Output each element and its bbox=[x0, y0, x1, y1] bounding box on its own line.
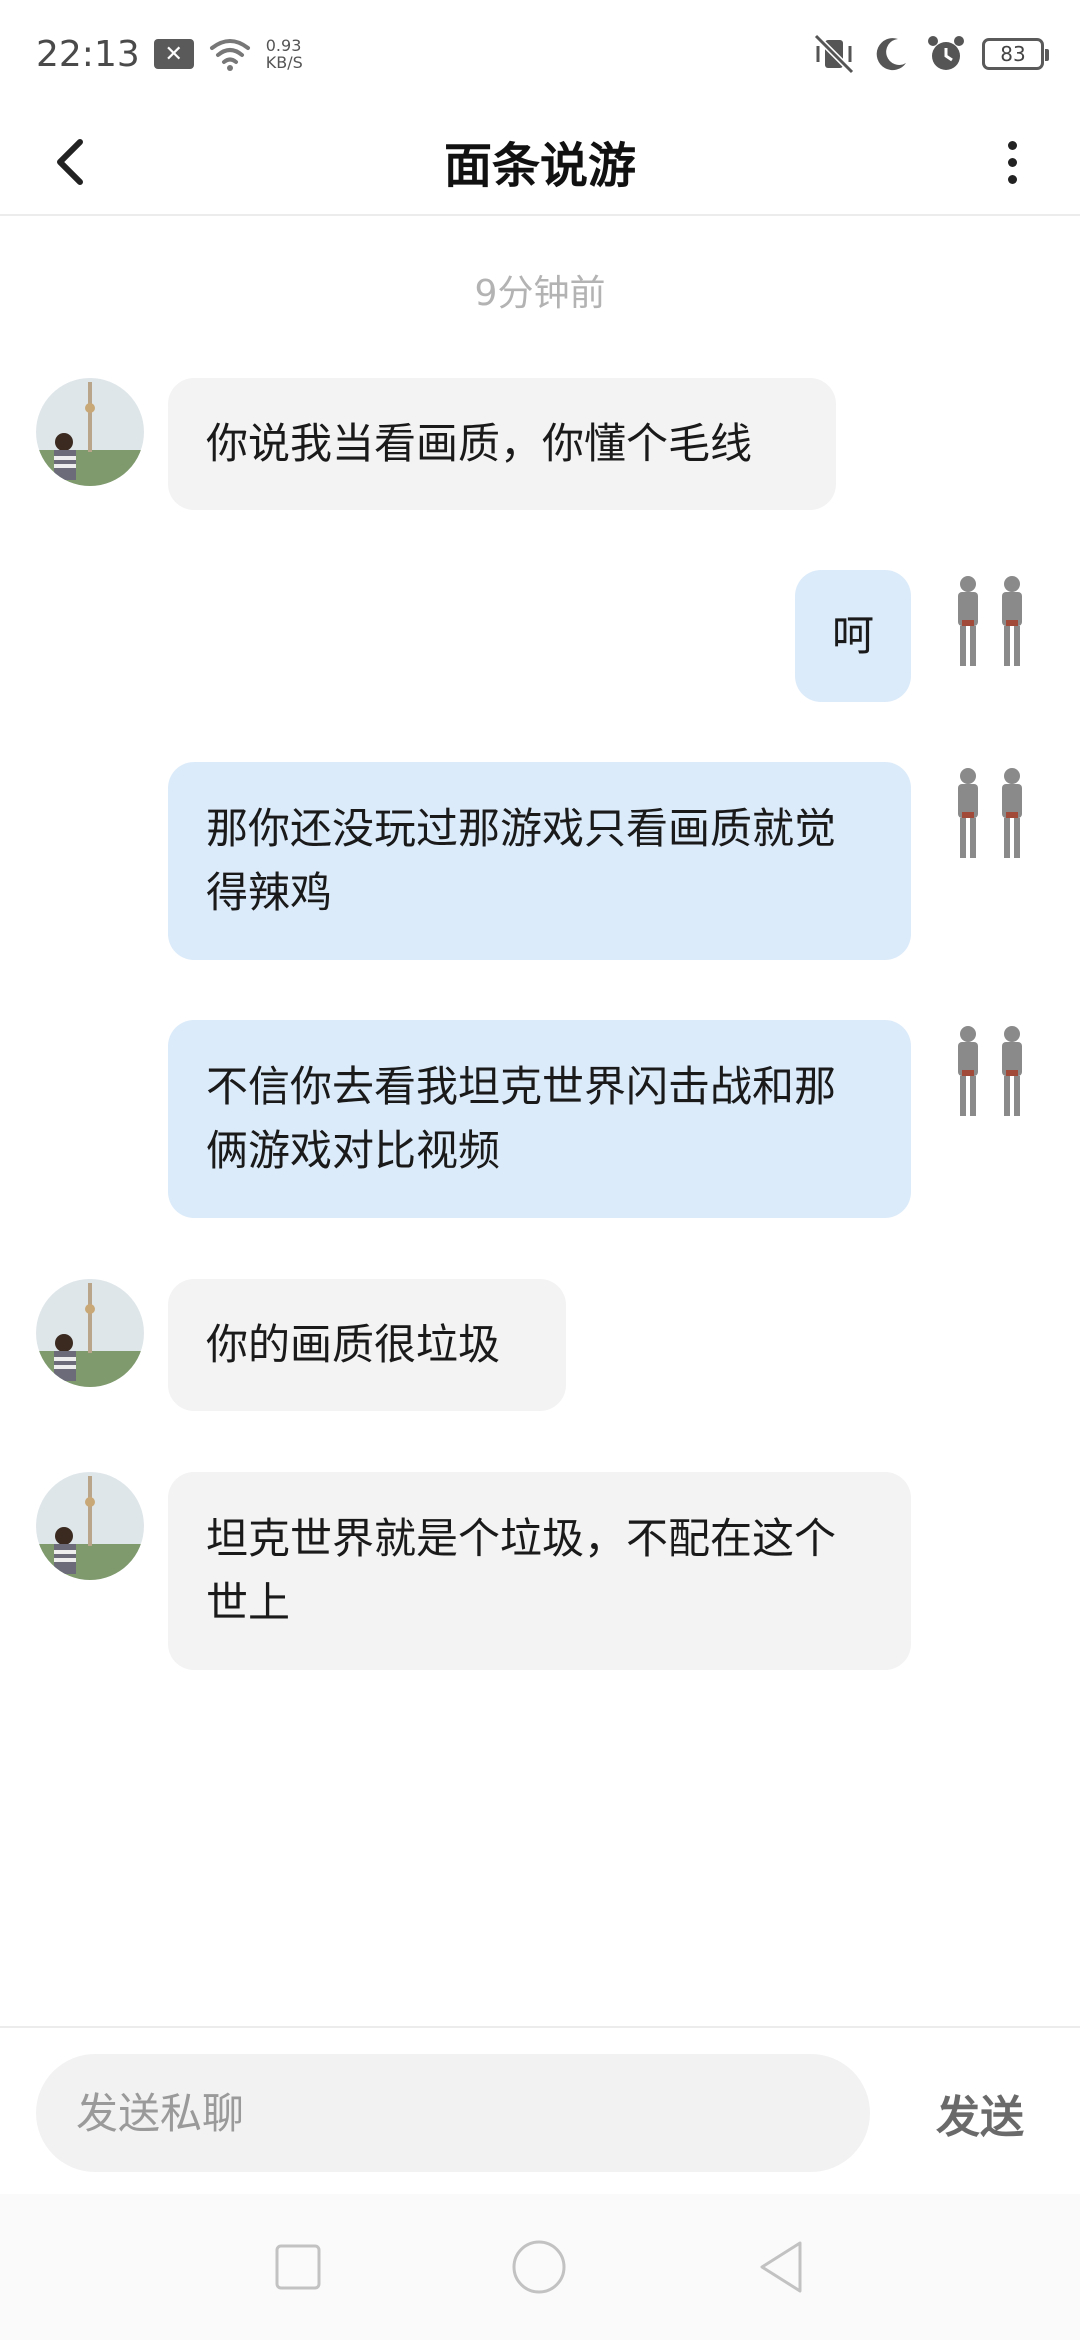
message-text: 不信你去看我坦克世界闪击战和那俩游戏对比视频 bbox=[206, 1062, 837, 1175]
status-left: 22:13 ✕ 0.93 KB/S bbox=[36, 34, 303, 75]
back-nav-icon[interactable] bbox=[756, 2239, 806, 2295]
notification-icon: ✕ bbox=[153, 39, 194, 69]
recent-apps-icon[interactable] bbox=[274, 2243, 322, 2291]
user-avatar[interactable] bbox=[936, 570, 1044, 678]
moon-icon bbox=[876, 38, 906, 71]
contact-avatar[interactable] bbox=[36, 378, 144, 486]
contact-avatar[interactable] bbox=[36, 1279, 144, 1387]
message-bubble-incoming[interactable]: 你说我当看画质，你懂个毛线 bbox=[168, 378, 836, 510]
message-composer: 发送 bbox=[0, 2026, 1080, 2194]
message-text: 你的画质很垃圾 bbox=[206, 1320, 501, 1369]
net-speed: 0.93 KB/S bbox=[266, 37, 303, 71]
message-bubble-incoming[interactable]: 你的画质很垃圾 bbox=[168, 1279, 566, 1411]
user-avatar[interactable] bbox=[936, 1020, 1044, 1128]
wifi-icon bbox=[209, 39, 250, 71]
status-time: 22:13 bbox=[36, 33, 140, 75]
home-icon[interactable] bbox=[511, 2239, 567, 2295]
battery-indicator: 83 bbox=[982, 38, 1049, 70]
back-icon[interactable] bbox=[40, 130, 104, 194]
system-nav-bar bbox=[0, 2194, 1080, 2340]
page-title: 面条说游 bbox=[443, 138, 636, 194]
message-bubble-outgoing[interactable]: 不信你去看我坦克世界闪击战和那俩游戏对比视频 bbox=[168, 1020, 911, 1218]
contact-avatar[interactable] bbox=[36, 1472, 144, 1580]
chat-screen: 22:13 ✕ 0.93 KB/S 83 面条说游 9分钟前 你说我当看画质，你… bbox=[0, 0, 1080, 2340]
status-bar: 22:13 ✕ 0.93 KB/S 83 bbox=[0, 0, 1080, 108]
message-timestamp: 9分钟前 bbox=[474, 273, 606, 314]
message-input[interactable] bbox=[36, 2054, 870, 2172]
battery-level: 83 bbox=[1000, 42, 1026, 66]
more-options-icon[interactable] bbox=[980, 130, 1044, 194]
message-bubble-incoming[interactable]: 坦克世界就是个垃圾，不配在这个世上 bbox=[168, 1472, 911, 1670]
message-text: 那你还没玩过那游戏只看画质就觉得辣鸡 bbox=[206, 804, 837, 917]
net-speed-unit: KB/S bbox=[265, 53, 303, 72]
message-text: 你说我当看画质，你懂个毛线 bbox=[206, 419, 753, 468]
vibrate-off-icon bbox=[813, 34, 855, 74]
message-text: 呵 bbox=[831, 611, 874, 660]
alarm-icon bbox=[928, 36, 964, 70]
net-speed-value: 0.93 bbox=[265, 36, 302, 55]
send-button[interactable]: 发送 bbox=[936, 2054, 1024, 2172]
user-avatar[interactable] bbox=[936, 762, 1044, 870]
status-right: 83 bbox=[812, 34, 1049, 74]
message-bubble-outgoing[interactable]: 那你还没玩过那游戏只看画质就觉得辣鸡 bbox=[168, 762, 911, 960]
message-text: 坦克世界就是个垃圾，不配在这个世上 bbox=[206, 1514, 837, 1627]
message-bubble-outgoing[interactable]: 呵 bbox=[795, 570, 911, 702]
chat-header: 面条说游 bbox=[0, 108, 1080, 216]
